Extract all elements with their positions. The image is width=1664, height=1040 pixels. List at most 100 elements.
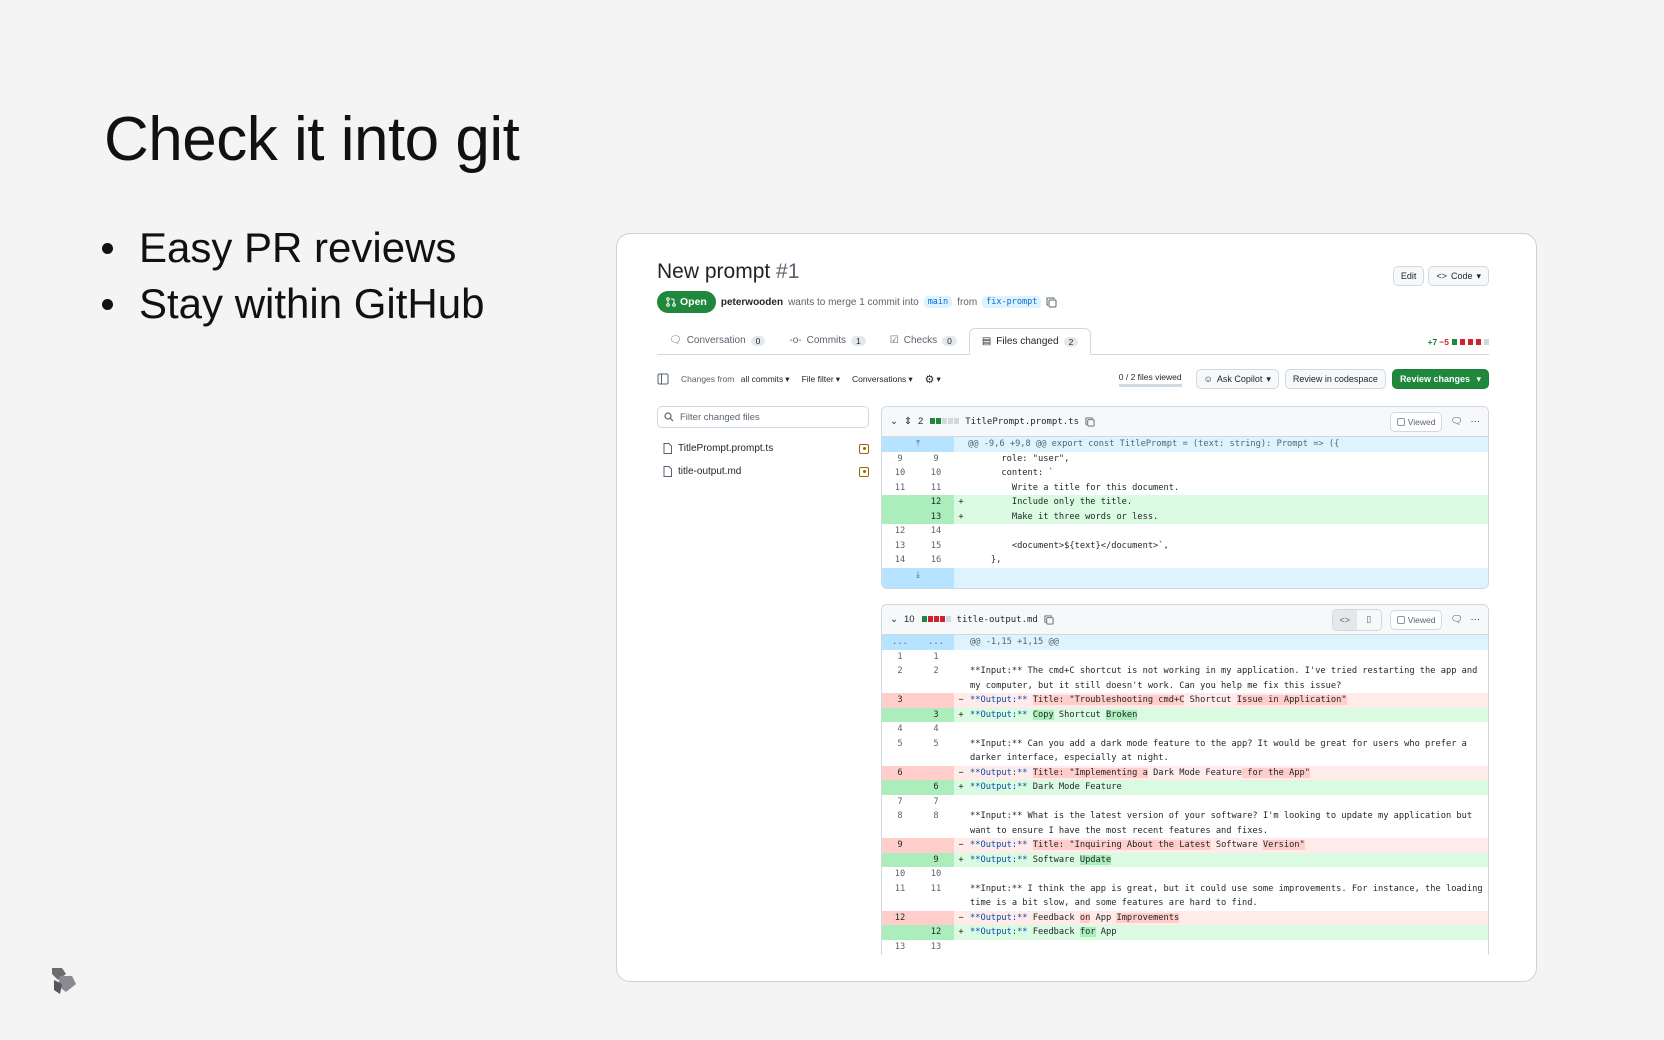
- code-icon: <>: [1436, 271, 1447, 281]
- review-changes-button[interactable]: Review changes ▾: [1391, 369, 1489, 389]
- copy-icon[interactable]: [1044, 614, 1054, 625]
- pull-request-icon: [666, 297, 676, 307]
- comment-icon: 🗨: [669, 335, 682, 346]
- file-icon: [663, 443, 672, 454]
- diff-line-added: 3 + **Output:** Copy Shortcut Broken: [882, 707, 1488, 722]
- file-header: ⌄ 10 title-output.md <> ▯ Viewed 🗨 ···: [882, 605, 1488, 635]
- modified-icon: [859, 443, 869, 454]
- filter-files-input[interactable]: Filter changed files: [657, 406, 869, 428]
- expand-down-icon[interactable]: ⤓: [882, 567, 954, 588]
- file-diff-icon: ▤: [981, 336, 992, 347]
- pr-header-actions: Edit <> Code ▾: [1392, 266, 1489, 286]
- diff-line-deleted: 12− **Output:** Feedback on App Improveme…: [882, 910, 1488, 925]
- file-tree: TitlePrompt.prompt.ts title-output.md: [657, 437, 869, 483]
- bullet-dot-icon: [102, 242, 113, 254]
- diff-line-deleted: 9− **Output:** Title: "Inquiring About th…: [882, 838, 1488, 853]
- settings-dropdown[interactable]: ⚙ ▾: [925, 373, 941, 386]
- author-link[interactable]: peterwooden: [721, 297, 783, 308]
- file-tree-item[interactable]: TitlePrompt.prompt.ts: [657, 437, 869, 460]
- files-viewed-progress: 0 / 2 files viewed: [1118, 372, 1182, 387]
- caret-down-icon: ▾: [785, 373, 790, 384]
- diff-line: 5 5 **Input:** Can you add a dark mode fea…: [897, 738, 1473, 764]
- file-name[interactable]: TitlePrompt.prompt.ts: [965, 417, 1079, 427]
- file-icon: [663, 466, 672, 477]
- caret-down-icon: ▾: [1266, 373, 1271, 384]
- caret-down-icon: ▾: [835, 373, 840, 384]
- diff-line: 8 8 **Input:** What is the latest version …: [897, 811, 1478, 836]
- comment-icon[interactable]: 🗨: [1450, 416, 1462, 427]
- comment-icon[interactable]: 🗨: [1450, 614, 1462, 625]
- tab-checks[interactable]: ☑ Checks 0: [878, 327, 969, 354]
- viewed-checkbox[interactable]: Viewed: [1389, 411, 1443, 432]
- file-filter-dropdown[interactable]: File filter ▾: [802, 374, 840, 385]
- tab-commits[interactable]: -o- Commits 1: [777, 327, 877, 354]
- search-icon: [664, 412, 674, 422]
- diff-line: 12 14: [894, 526, 942, 536]
- more-options-icon[interactable]: ···: [1471, 614, 1481, 625]
- diff-line: 10 10: [894, 869, 942, 879]
- diff-line-deleted: 3− **Output:** Title: "Troubleshooting cm…: [882, 693, 1488, 708]
- conversations-dropdown[interactable]: Conversations ▾: [852, 374, 913, 385]
- logo-icon: [52, 968, 76, 994]
- diff-line: 11 11 Write a title for this document.: [894, 482, 1180, 493]
- changes-from-dropdown[interactable]: Changes from all commits ▾: [681, 374, 790, 385]
- copilot-icon: ☺: [1203, 374, 1213, 384]
- caret-down-icon: ▾: [908, 373, 913, 384]
- file-header: ⌄ ⇕ 2 TitlePrompt.prompt.ts Viewed 🗨 ···: [882, 407, 1488, 437]
- hunk-header: ⤒ @@ -9,6 +9,8 @@ export const TitlePromp…: [882, 437, 1488, 452]
- diff-line-added: 9 + **Output:** Software Update: [882, 852, 1488, 867]
- caret-down-icon: ▾: [936, 373, 941, 384]
- diff-line: 77: [897, 796, 939, 807]
- github-pr-view: New prompt #1 Edit <> Code ▾ Open peterwoo…: [657, 260, 1489, 955]
- file-name[interactable]: title-output.md: [957, 615, 1038, 625]
- files-toolbar: Changes from all commits ▾ File filter ▾ C…: [657, 368, 1489, 390]
- diff-line-added: 12 + **Output:** Feedback for App: [882, 925, 1488, 940]
- file-tree-item[interactable]: title-output.md: [657, 460, 869, 483]
- base-branch[interactable]: main: [923, 296, 953, 308]
- caret-down-icon: ▾: [1473, 373, 1481, 384]
- expand-icon[interactable]: ...: [882, 635, 918, 650]
- diff-line: 14 16 },: [894, 555, 1002, 565]
- caret-down-icon: ▾: [1476, 270, 1481, 281]
- hunk-header: ...... @@ -1,15 +1,15 @@: [882, 635, 1488, 650]
- review-codespace-button[interactable]: Review in codespace: [1284, 369, 1386, 389]
- diff-line: 99 role: "user",: [897, 453, 1070, 464]
- chevron-down-icon[interactable]: ⌄: [890, 416, 898, 427]
- diff-line: 2 2 **Input:** The cmd+C shortcut is not w…: [897, 666, 1483, 691]
- code-view-icon[interactable]: <>: [1332, 609, 1357, 630]
- diff-line-added: 12 + Include only the title.: [882, 495, 1488, 510]
- slide-title: Check it into git: [104, 105, 520, 174]
- diffstat: +7 −5: [1428, 337, 1489, 347]
- commit-icon: -o-: [789, 335, 802, 346]
- bullet-item: Stay within GitHub: [98, 276, 484, 332]
- rich-view-icon[interactable]: ▯: [1357, 610, 1381, 630]
- tab-conversation[interactable]: 🗨 Conversation 0: [657, 327, 777, 354]
- expand-up-icon[interactable]: ⤒: [882, 437, 954, 452]
- file-diff-titleprompt: ⌄ ⇕ 2 TitlePrompt.prompt.ts Viewed 🗨 ···…: [881, 406, 1489, 589]
- bullet-list: Easy PR reviews Stay within GitHub: [98, 220, 484, 332]
- screenshot-card: New prompt #1 Edit <> Code ▾ Open peterwoo…: [616, 233, 1537, 982]
- diff-line: 44: [897, 724, 939, 734]
- expand-all-icon[interactable]: ⇕: [904, 416, 912, 427]
- hunk-footer: ⤓: [882, 567, 1488, 588]
- ask-copilot-button[interactable]: ☺ Ask Copilot ▾: [1195, 369, 1279, 389]
- tab-files-changed[interactable]: ▤ Files changed 2: [968, 328, 1092, 355]
- pr-title: New prompt #1: [657, 260, 800, 283]
- gear-icon: ⚙: [924, 373, 935, 386]
- copy-icon[interactable]: [1085, 416, 1095, 427]
- viewed-checkbox[interactable]: Viewed: [1389, 609, 1443, 630]
- code-button[interactable]: <> Code ▾: [1428, 266, 1489, 286]
- status-badge: Open: [657, 291, 716, 313]
- chevron-down-icon[interactable]: ⌄: [890, 614, 898, 625]
- more-options-icon[interactable]: ···: [1471, 416, 1481, 427]
- head-branch[interactable]: fix-prompt: [982, 296, 1042, 308]
- bullet-dot-icon: [102, 298, 113, 310]
- pr-meta: Open peterwooden wants to merge 1 commit…: [657, 291, 1057, 313]
- checklist-icon: ☑: [889, 335, 899, 346]
- copy-icon[interactable]: [1046, 297, 1057, 308]
- file-diff-title-output: ⌄ 10 title-output.md <> ▯ Viewed 🗨 ··· ..…: [881, 604, 1489, 955]
- diff-line: 10 10 content: `: [894, 468, 1054, 478]
- edit-button[interactable]: Edit: [1392, 266, 1425, 286]
- sidebar-toggle-icon[interactable]: [657, 373, 669, 385]
- diff-line: 13 13: [894, 941, 942, 952]
